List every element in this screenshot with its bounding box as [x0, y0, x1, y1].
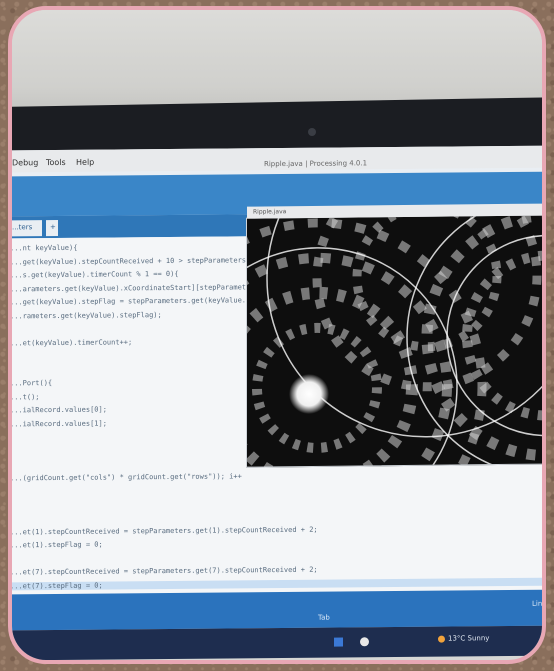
- photo-frame: Debug Tools Help Ripple.java | Processin…: [8, 6, 546, 664]
- code-line: ...get(keyValue).stepCountReceived + 10 …: [10, 255, 259, 266]
- code-line: ...t();: [10, 392, 40, 401]
- sketch-title: Ripple.java: [253, 208, 287, 216]
- code-line: ...rameters.get(keyValue).stepFlag);: [10, 310, 162, 320]
- menu-tools[interactable]: Tools: [46, 158, 66, 167]
- menu-help[interactable]: Help: [76, 158, 94, 167]
- code-line: ...nt keyValue){: [10, 243, 78, 253]
- weather-text: 13°C Sunny: [448, 634, 490, 643]
- add-tab-button[interactable]: +: [46, 219, 58, 237]
- window-title: Ripple.java | Processing 4.0.1: [264, 159, 368, 169]
- ripple-graphic: [247, 215, 542, 467]
- code-line: ...et(1).stepFlag = 0;: [10, 540, 103, 550]
- menu-debug[interactable]: Debug: [12, 158, 38, 167]
- ripple-canvas: [247, 215, 542, 467]
- status-bar: Tab Line: [12, 589, 546, 631]
- menu-bar: Debug Tools Help Ripple.java | Processin…: [12, 145, 542, 173]
- taskbar: 13°C Sunny: [12, 625, 542, 660]
- code-line: ...et(7).stepFlag = 0;: [12, 577, 542, 590]
- code-line: ...et(keyValue).timerCount++;: [10, 337, 133, 347]
- code-line: ...et(7).stepCountReceived = stepParamet…: [10, 565, 318, 577]
- status-tab-label: Tab: [318, 613, 330, 622]
- code-line: ...(gridCount.get("cols") * gridCount.ge…: [10, 471, 242, 482]
- taskbar-app-icon[interactable]: [334, 637, 343, 647]
- taskbar-chrome-icon[interactable]: [360, 637, 369, 647]
- webcam-icon: [308, 128, 316, 136]
- code-line: ...Port(){: [10, 379, 53, 388]
- sketch-window[interactable]: Ripple.java: [246, 203, 542, 468]
- code-line: ...ialRecord.values[1];: [10, 419, 107, 428]
- code-line: ...arameters.get(keyValue).xCoordinateSt…: [10, 282, 259, 293]
- code-line: ...s.get(keyValue).timerCount % 1 == 0){: [10, 269, 179, 280]
- code-line: ...get(keyValue).stepFlag = stepParamete…: [10, 296, 255, 307]
- ripple-source-dot: [289, 374, 329, 415]
- weather-widget[interactable]: 13°C Sunny: [438, 634, 490, 643]
- code-line: ...et(1).stepCountReceived = stepParamet…: [10, 525, 318, 536]
- tab-parameters[interactable]: ...ters: [12, 220, 42, 237]
- code-line: ...ialRecord.values[0];: [10, 405, 107, 415]
- sun-icon: [438, 635, 445, 643]
- status-line-label: Line: [532, 599, 546, 608]
